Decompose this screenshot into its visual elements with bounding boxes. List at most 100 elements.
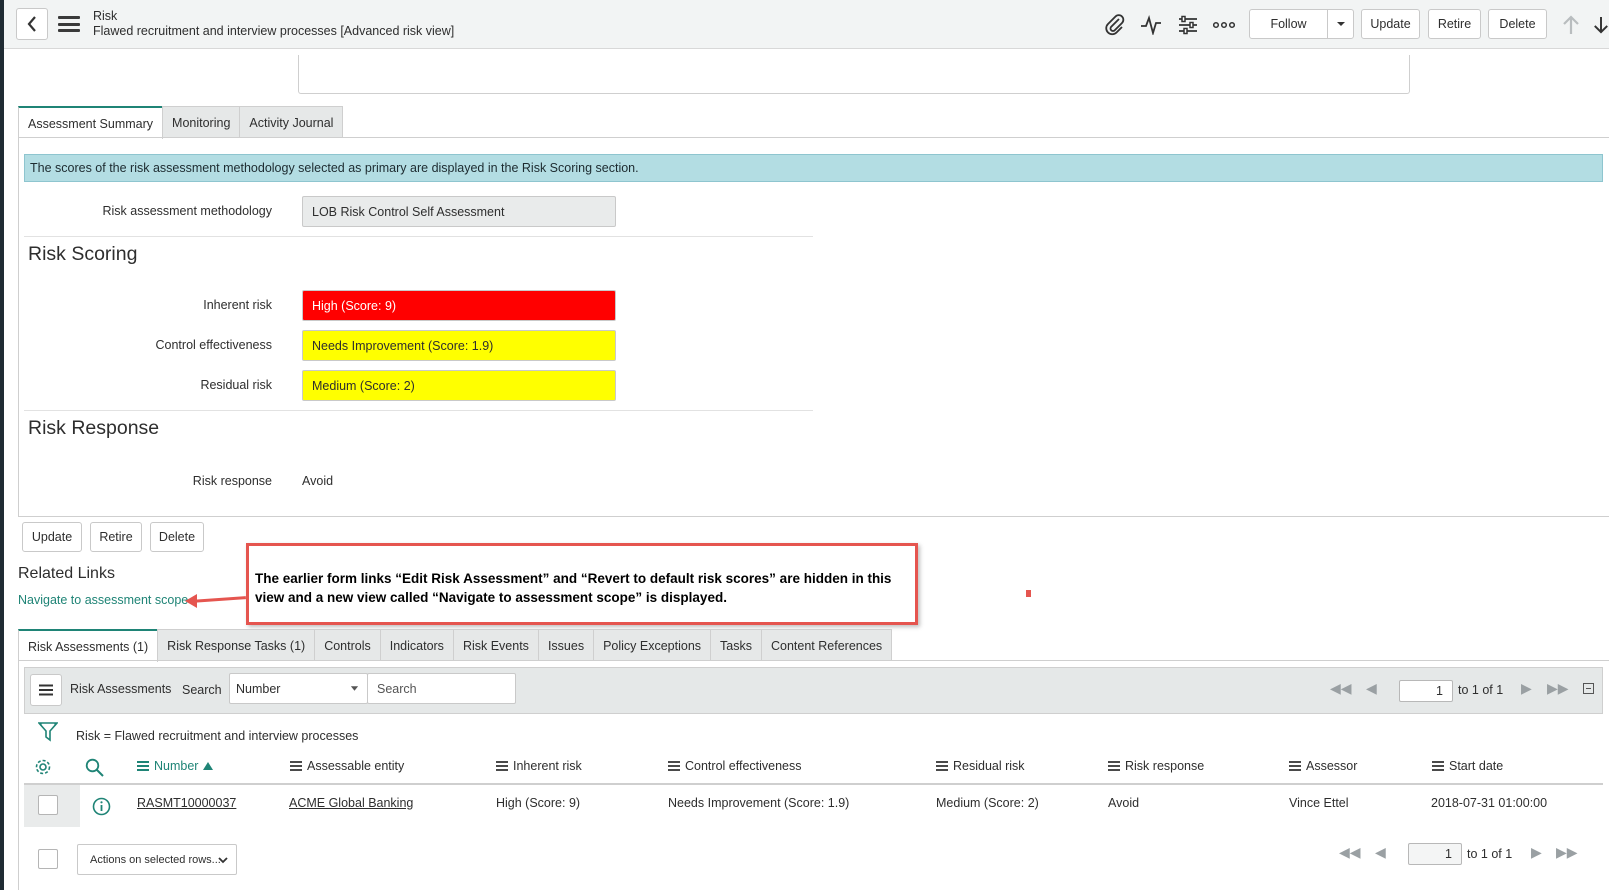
- row-entity-link[interactable]: ACME Global Banking: [289, 796, 413, 810]
- column-residual-risk[interactable]: Residual risk: [936, 759, 1025, 773]
- filter-funnel-icon[interactable]: [37, 721, 59, 746]
- tab-tasks[interactable]: Tasks: [710, 629, 762, 661]
- previous-page-icon[interactable]: ◀: [1366, 680, 1377, 697]
- retire-button-bottom[interactable]: Retire: [90, 522, 142, 552]
- retire-button[interactable]: Retire: [1428, 9, 1481, 39]
- back-button[interactable]: [16, 8, 48, 40]
- page-number-input-footer[interactable]: 1: [1408, 843, 1462, 865]
- column-menu-icon[interactable]: [1432, 761, 1444, 771]
- delete-button-bottom[interactable]: Delete: [150, 522, 204, 552]
- tab-risk-assessments[interactable]: Risk Assessments (1): [18, 629, 159, 662]
- inherent-risk-field: High (Score: 9): [302, 290, 616, 321]
- first-page-icon[interactable]: ◀◀: [1339, 844, 1361, 861]
- follow-dropdown-button[interactable]: [1327, 9, 1354, 39]
- page-of-label: to 1 of 1: [1458, 683, 1504, 697]
- actions-select-value: Actions on selected rows...: [90, 853, 221, 866]
- follow-button[interactable]: Follow: [1249, 9, 1328, 39]
- column-control-effectiveness[interactable]: Control effectiveness: [668, 759, 802, 773]
- list-menu-button[interactable]: [30, 674, 62, 706]
- annotation-callout: The earlier form links “Edit Risk Assess…: [246, 543, 918, 625]
- column-assessable-entity[interactable]: Assessable entity: [290, 759, 404, 773]
- column-label: Residual risk: [953, 759, 1025, 773]
- residual-risk-label: Residual risk: [200, 378, 272, 392]
- more-options-icon[interactable]: [1212, 13, 1236, 37]
- search-icon[interactable]: [85, 758, 104, 780]
- navigate-to-assessment-scope-link[interactable]: Navigate to assessment scope: [18, 593, 188, 607]
- risk-response-value: Avoid: [302, 474, 334, 488]
- textarea-field-bottom[interactable]: [298, 55, 1410, 94]
- risk-scoring-heading: Risk Scoring: [28, 243, 138, 265]
- column-menu-icon[interactable]: [496, 761, 508, 771]
- methodology-field: LOB Risk Control Self Assessment: [302, 196, 616, 227]
- last-page-icon[interactable]: ▶▶: [1547, 680, 1569, 697]
- chevron-left-icon: [27, 16, 36, 32]
- hamburger-icon: [39, 684, 53, 696]
- first-page-icon[interactable]: ◀◀: [1330, 680, 1352, 697]
- control-effectiveness-label: Control effectiveness: [155, 338, 273, 352]
- control-effectiveness-field: Needs Improvement (Score: 1.9): [302, 330, 616, 361]
- column-label: Inherent risk: [513, 759, 582, 773]
- column-menu-icon[interactable]: [1108, 761, 1120, 771]
- column-menu-icon[interactable]: [290, 761, 302, 771]
- column-start-date[interactable]: Start date: [1432, 759, 1503, 773]
- column-menu-icon[interactable]: [936, 761, 948, 771]
- delete-button[interactable]: Delete: [1488, 9, 1547, 39]
- list-title: Risk Assessments: [70, 682, 172, 696]
- tab-risk-response-tasks[interactable]: Risk Response Tasks (1): [157, 629, 316, 661]
- row-residual-risk: Medium (Score: 2): [936, 796, 1039, 810]
- next-page-icon[interactable]: ▶: [1531, 844, 1542, 861]
- row-number-link[interactable]: RASMT10000037: [137, 796, 236, 810]
- form-section-tabs: Assessment Summary Monitoring Activity J…: [18, 106, 344, 139]
- caret-down-icon: [350, 686, 359, 691]
- tab-monitoring[interactable]: Monitoring: [162, 106, 241, 138]
- column-menu-icon[interactable]: [1289, 761, 1301, 771]
- column-inherent-risk[interactable]: Inherent risk: [496, 759, 582, 773]
- select-all-checkbox[interactable]: [38, 849, 58, 869]
- tab-policy-exceptions[interactable]: Policy Exceptions: [593, 629, 712, 661]
- tab-activity-journal[interactable]: Activity Journal: [239, 106, 344, 138]
- tab-content-references[interactable]: Content References: [761, 629, 893, 661]
- form-title-record: Flawed recruitment and interview process…: [93, 24, 455, 38]
- previous-page-icon[interactable]: ◀: [1375, 844, 1386, 861]
- row-risk-response: Avoid: [1108, 796, 1140, 810]
- filter-breadcrumb[interactable]: Risk = Flawed recruitment and interview …: [76, 729, 358, 743]
- page-number-input[interactable]: 1: [1399, 680, 1453, 702]
- column-risk-response[interactable]: Risk response: [1108, 759, 1204, 773]
- column-menu-icon[interactable]: [137, 761, 149, 771]
- caret-down-icon: [1336, 22, 1345, 26]
- column-menu-icon[interactable]: [668, 761, 680, 771]
- last-page-icon[interactable]: ▶▶: [1556, 844, 1578, 861]
- hamburger-menu-icon[interactable]: [58, 13, 80, 35]
- column-assessor[interactable]: Assessor: [1289, 759, 1357, 773]
- risk-response-label: Risk response: [192, 474, 272, 488]
- tab-controls[interactable]: Controls: [314, 629, 381, 661]
- search-field-value: Number: [236, 681, 281, 696]
- actions-select[interactable]: Actions on selected rows...: [77, 844, 237, 875]
- column-number[interactable]: Number: [137, 759, 214, 773]
- tab-issues[interactable]: Issues: [537, 629, 595, 661]
- callout-arrow: [189, 596, 246, 603]
- residual-risk-field: Medium (Score: 2): [302, 370, 616, 401]
- collapse-list-icon[interactable]: [1583, 683, 1594, 694]
- update-button-bottom[interactable]: Update: [22, 522, 82, 552]
- row-checkbox[interactable]: [38, 795, 58, 815]
- arrow-down-icon[interactable]: [1593, 13, 1609, 37]
- update-button[interactable]: Update: [1361, 9, 1420, 39]
- search-input[interactable]: Search: [367, 673, 516, 704]
- search-field-select[interactable]: Number: [229, 673, 368, 704]
- arrow-up-icon[interactable]: [1559, 13, 1583, 37]
- info-icon[interactable]: [92, 797, 111, 819]
- form-title-table: Risk: [93, 9, 118, 23]
- next-page-icon[interactable]: ▶: [1521, 680, 1532, 697]
- paperclip-icon[interactable]: [1103, 13, 1127, 37]
- row-control-effectiveness: Needs Improvement (Score: 1.9): [668, 796, 850, 810]
- column-label: Assessable entity: [307, 759, 405, 773]
- tab-indicators[interactable]: Indicators: [379, 629, 454, 661]
- row-inherent-risk: High (Score: 9): [496, 796, 581, 810]
- column-label: Number: [154, 759, 199, 773]
- gear-icon[interactable]: [34, 758, 52, 779]
- tab-risk-events[interactable]: Risk Events: [452, 629, 539, 661]
- tab-assessment-summary[interactable]: Assessment Summary: [18, 106, 164, 139]
- activity-pulse-icon[interactable]: [1139, 13, 1163, 37]
- settings-sliders-icon[interactable]: [1176, 13, 1200, 37]
